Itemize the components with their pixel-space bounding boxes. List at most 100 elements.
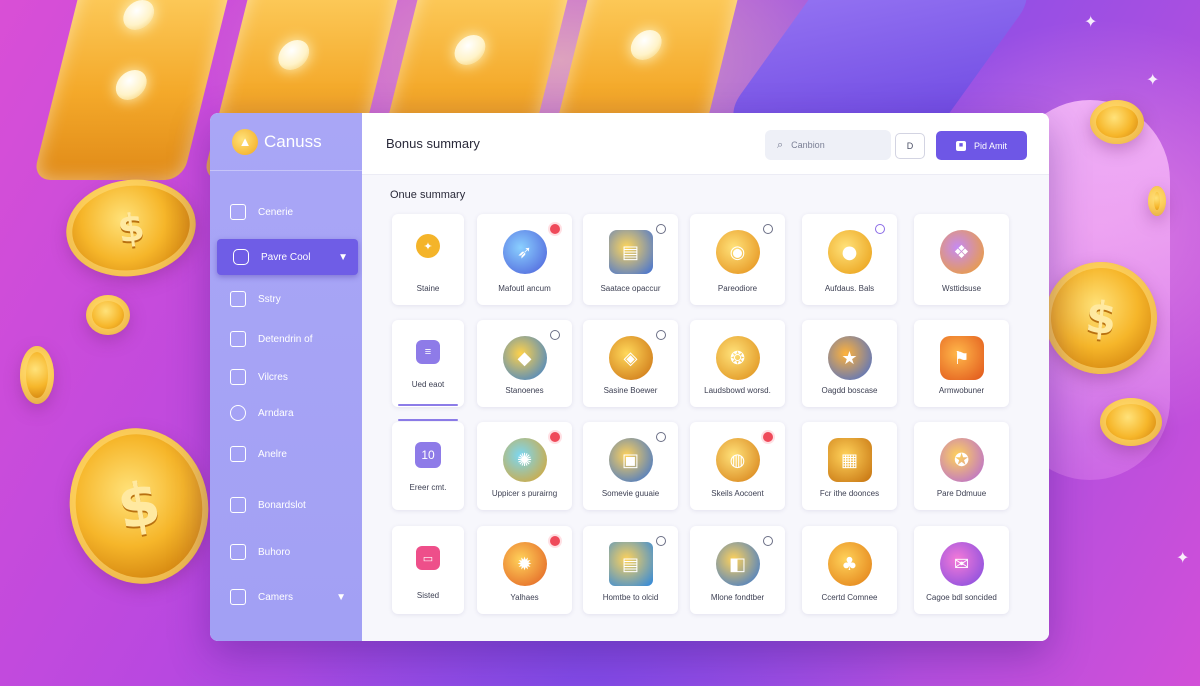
chevron-down-icon: ▼ <box>336 591 346 603</box>
sidebar-item-arndara[interactable]: Arndara <box>230 400 360 426</box>
card-label: Mafoutl ancum <box>498 284 551 293</box>
active-card-indicator <box>398 404 458 406</box>
sparkle-icon: ✦ <box>1084 14 1098 31</box>
sidebar-item-camers[interactable]: Camers ▼ <box>230 584 360 610</box>
bonus-card[interactable]: ✪ Pare Ddmuue <box>914 422 1009 510</box>
sidebar-item-label: Buhoro <box>258 546 291 558</box>
shell-icon: ✺ <box>502 438 547 482</box>
sparkle-icon: ✦ <box>1146 72 1160 89</box>
cash-icon: ✉ <box>939 542 984 586</box>
card-label: Skeils Aocoent <box>711 489 764 498</box>
document-button[interactable]: D <box>895 133 925 159</box>
search-input[interactable]: ⌕ Canbion <box>765 130 891 160</box>
bonus-card[interactable]: ▭ Sisted <box>392 526 464 614</box>
card-label: Sisted <box>416 591 440 600</box>
card-label: Homtbe to olcid <box>602 593 659 602</box>
gold-ball-icon: ● <box>827 230 872 274</box>
bonus-card[interactable]: ▦ Fcr ithe doonces <box>802 422 897 510</box>
active-card-indicator <box>398 419 458 421</box>
bonus-card[interactable]: ⚑ Armwobuner <box>914 320 1009 407</box>
card-label: Wsttidsuse <box>941 284 982 293</box>
bonus-card[interactable]: ◍ Skeils Aocoent <box>690 422 785 510</box>
coin-icon <box>1100 398 1162 446</box>
note-icon: ≡ <box>416 340 440 364</box>
bonus-sign-icon: ⚑ <box>939 336 984 380</box>
bonus-card[interactable]: ◆ Stanoenes <box>477 320 572 407</box>
card-label: Stanoenes <box>505 386 544 395</box>
sidebar-item-sstry[interactable]: Sstry <box>230 286 360 312</box>
card-label: Oagdd boscase <box>821 386 878 395</box>
bonus-card[interactable]: ✦ Staine <box>392 214 464 305</box>
bonus-card[interactable]: 10 Ereer cmt. <box>392 422 464 510</box>
card-label: Mlone fondtber <box>710 593 765 602</box>
bonus-card[interactable]: ✹ Yalhaes <box>477 526 572 614</box>
sidebar-item-label: Detendrin of <box>258 333 313 345</box>
bonus-card[interactable]: ✺ Uppicer s purairng <box>477 422 572 510</box>
bonus-card[interactable]: ▣ Somevie guuaie <box>583 422 678 510</box>
bonus-card[interactable]: ❂ Laudsbowd worsd. <box>690 320 785 407</box>
coin-swirl-icon: ✦ <box>416 234 440 258</box>
main-content: Bonus summary ⌕ Canbion D ■ Pid Amit Onu… <box>362 113 1049 641</box>
bonus-card[interactable]: ◉ Pareodiore <box>690 214 785 305</box>
section-title: Onue summary <box>390 189 466 201</box>
bonus-card[interactable]: ✉ Cagoe bdl soncided <box>914 526 1009 614</box>
bonus-card[interactable]: ▤ Homtbe to olcid <box>583 526 678 614</box>
card-label: Uppicer s purairng <box>491 489 558 498</box>
card-label: Yalhaes <box>510 593 539 602</box>
coin-icon <box>1148 186 1166 216</box>
status-ring-icon <box>656 330 666 340</box>
document-icon <box>230 291 246 307</box>
primary-action-label: Pid Amit <box>973 140 1007 151</box>
gift-icon <box>230 369 246 385</box>
vault-icon: ◧ <box>715 542 760 586</box>
search-placeholder: Canbion <box>791 140 825 150</box>
rocket-icon: ➶ <box>502 230 547 274</box>
card-label: Cagoe bdl soncided <box>926 593 997 602</box>
bonus-card[interactable]: ♣ Ccertd Comnee <box>802 526 897 614</box>
card-label: Ued eaot <box>411 380 445 389</box>
bonus-card[interactable]: ➶ Mafoutl ancum <box>477 214 572 305</box>
sidebar-item-label: Pavre Cool <box>261 251 311 263</box>
plus-icon: ■ <box>955 140 966 151</box>
sidebar-item-buhoro[interactable]: Buhoro <box>230 539 360 565</box>
card-label: Sasine Boewer <box>603 386 658 395</box>
bonus-card[interactable]: ◈ Sasine Boewer <box>583 320 678 407</box>
notification-badge <box>763 432 773 442</box>
card-label: Armwobuner <box>938 386 985 395</box>
sidebar-item-cenerie[interactable]: Cenerie <box>230 199 360 225</box>
sidebar-item-anelre[interactable]: Anelre <box>230 441 360 467</box>
list-icon <box>230 446 246 462</box>
sidebar-item-vilcres[interactable]: Vilcres <box>230 364 360 390</box>
square-icon <box>230 544 246 560</box>
bonus-card[interactable]: ≡ Ued eaot <box>392 320 464 407</box>
sidebar-item-label: Sstry <box>258 293 281 305</box>
tag-icon: ▭ <box>416 546 440 570</box>
fire-icon: ✹ <box>502 542 547 586</box>
brand[interactable]: ▲ Canuss <box>210 113 362 171</box>
card-label: Pareodiore <box>717 284 758 293</box>
card-label: Laudsbowd worsd. <box>704 386 771 395</box>
sidebar-item-label: Camers <box>258 591 294 603</box>
sidebar-item-detendrin[interactable]: Detendrin of <box>230 326 360 352</box>
sidebar-item-pavre-cool[interactable]: Pavre Cool ▼ <box>217 239 358 275</box>
bonus-card[interactable]: ● Aufdaus. Bals <box>802 214 897 305</box>
bookmark-icon <box>230 497 246 513</box>
dragon-icon: ❖ <box>939 230 984 274</box>
bonus-card[interactable]: ▤ Saatace opaccur <box>583 214 678 305</box>
coin-icon <box>86 295 130 335</box>
sidebar-item-label: Anelre <box>258 448 287 460</box>
bonus-card[interactable]: ◧ Mlone fondtber <box>690 526 785 614</box>
notification-badge <box>550 224 560 234</box>
coin-pile-icon: ❂ <box>715 336 760 380</box>
document-icon: D <box>906 141 914 151</box>
folder-icon <box>230 204 246 220</box>
primary-action-button[interactable]: ■ Pid Amit <box>936 131 1027 160</box>
bonus-card[interactable]: ★ Oagdd boscase <box>802 320 897 407</box>
card-label: Ccertd Comnee <box>821 593 878 602</box>
card-label: Fcr ithe doonces <box>819 489 880 498</box>
sidebar-item-bonardslot[interactable]: Bonardslot <box>230 492 360 518</box>
chest-icon: ▦ <box>827 438 872 482</box>
bonus-card[interactable]: ❖ Wsttidsuse <box>914 214 1009 305</box>
clock-icon <box>230 405 246 421</box>
card-label: Ereer cmt. <box>409 483 447 492</box>
